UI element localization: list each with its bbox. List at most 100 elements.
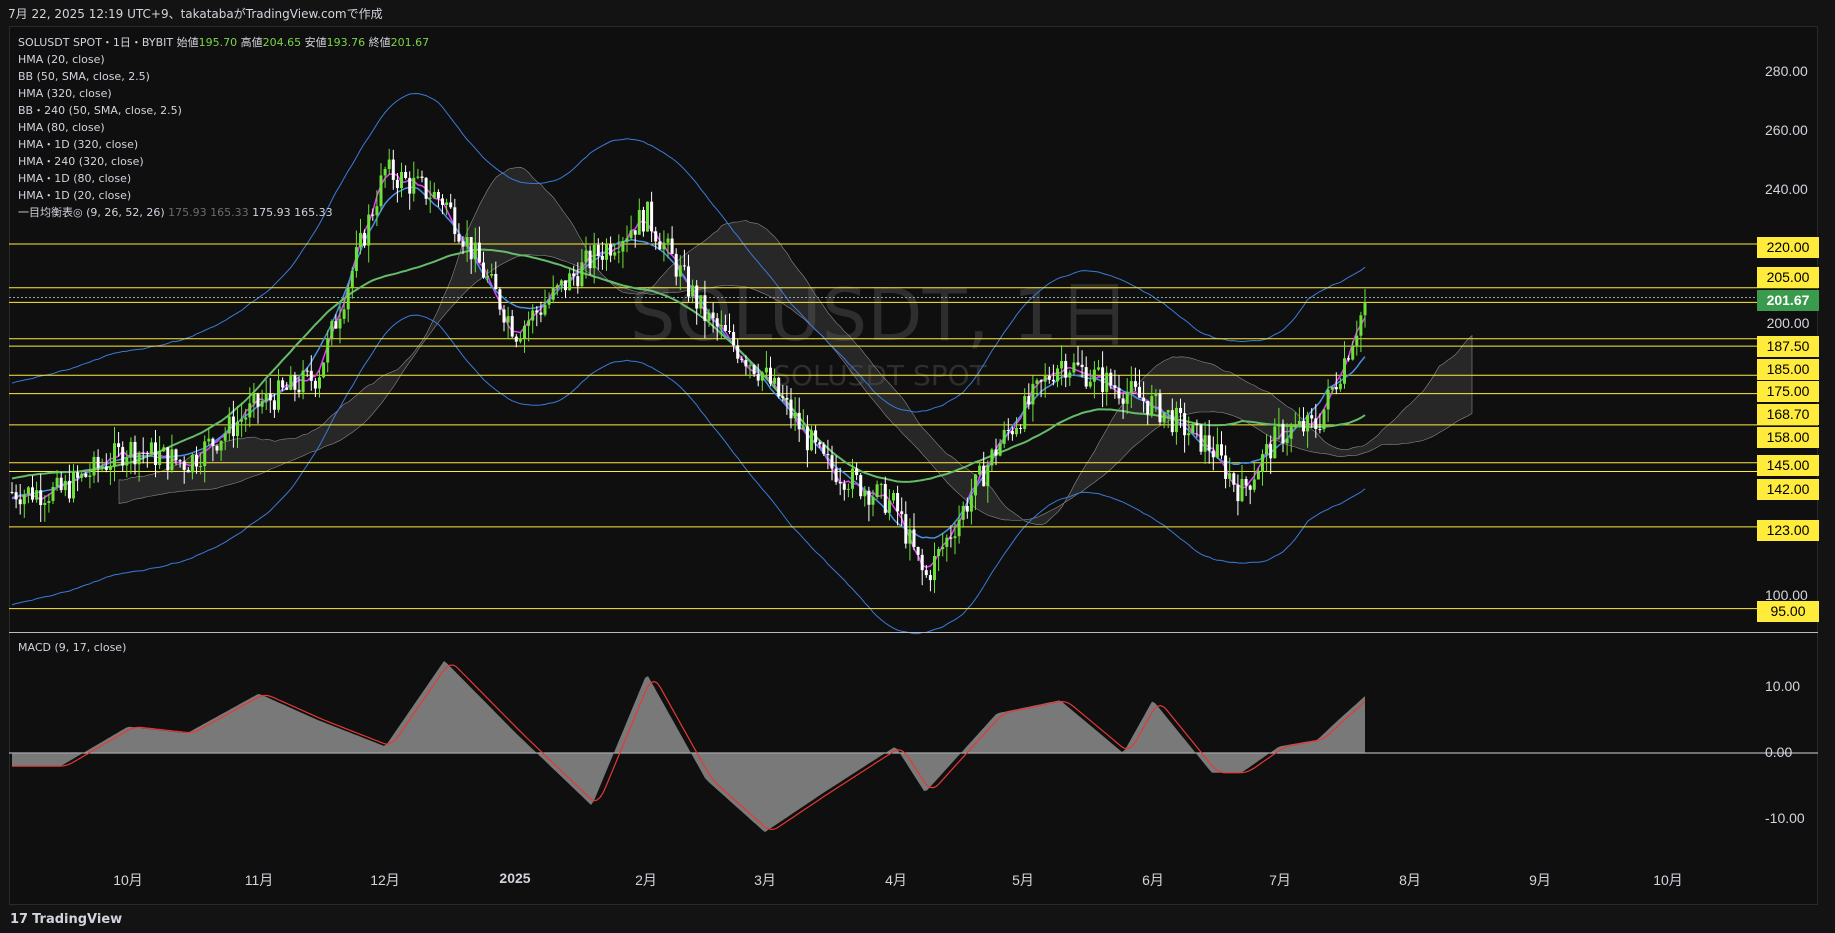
candle-down	[752, 365, 756, 375]
ichimoku-v1: 175.93	[168, 206, 207, 219]
indicator-ichimoku[interactable]: 一目均衡表◎ (9, 26, 52, 26) 175.93 165.33 175…	[18, 204, 429, 221]
candle-up	[88, 475, 92, 477]
candle-up	[330, 321, 334, 339]
level-box-200: 200.00	[1766, 315, 1810, 331]
candle-up	[170, 449, 174, 471]
candle-up	[113, 443, 116, 467]
macd-label[interactable]: MACD (9, 17, close)	[18, 641, 126, 654]
candle-down	[928, 575, 932, 581]
candle-up	[990, 449, 994, 466]
candle-down	[121, 447, 125, 466]
candle-down	[1138, 386, 1141, 398]
candle-down	[1047, 375, 1051, 380]
candle-down	[1207, 435, 1211, 451]
candle-down	[211, 438, 215, 446]
time-label-apr: 4月	[885, 872, 907, 888]
candle-up	[465, 237, 469, 247]
candle-up	[1105, 372, 1109, 392]
candle-down	[838, 482, 842, 484]
indicator-hma-1d-20[interactable]: HMA・1D (20, close)	[18, 187, 429, 204]
time-label-jun: 6月	[1142, 872, 1164, 888]
macd-tick-0: 0.00	[1765, 744, 1793, 760]
candle-up	[617, 251, 621, 253]
candle-up	[26, 487, 30, 495]
symbol-row[interactable]: SOLUSDT SPOT・1日・BYBIT 始値195.70 高値204.65 …	[18, 34, 429, 51]
candle-up	[1330, 387, 1334, 390]
candle-down	[736, 345, 740, 359]
pane-separator[interactable]	[9, 632, 1818, 633]
ichimoku-label[interactable]: 一目均衡表◎ (9, 26, 52, 26)	[18, 206, 165, 219]
candle-up	[1166, 410, 1170, 413]
candle-up	[72, 472, 75, 499]
candle-down	[834, 468, 838, 483]
time-label-mar: 3月	[754, 872, 776, 888]
candle-up	[43, 502, 47, 506]
time-label-jul: 7月	[1269, 872, 1291, 888]
candle-down	[883, 483, 887, 513]
level-box-220: 220.00	[1757, 237, 1819, 258]
candle-up	[969, 495, 973, 512]
indicator-hma-1d-80[interactable]: HMA・1D (80, close)	[18, 170, 429, 187]
candle-up	[158, 451, 162, 466]
time-label-sep: 9月	[1529, 872, 1551, 888]
candle-down	[682, 265, 686, 267]
low-label: 安値	[304, 36, 327, 49]
candle-up	[129, 441, 133, 458]
candle-down	[896, 493, 900, 512]
candle-down	[535, 310, 539, 313]
candle-up	[149, 442, 153, 454]
candle-up	[22, 494, 26, 505]
candle-up	[1322, 409, 1326, 430]
candle-down	[687, 266, 690, 297]
candle-down	[1211, 450, 1215, 458]
candle-up	[662, 242, 666, 250]
candle-up	[1056, 368, 1059, 382]
candle-down	[600, 255, 604, 260]
candle-up	[1261, 454, 1264, 472]
candle-up	[1289, 427, 1293, 439]
time-label-dec: 12月	[370, 872, 400, 888]
candle-down	[1318, 429, 1322, 431]
candle-down	[166, 447, 170, 471]
indicator-bb-240[interactable]: BB・240 (50, SMA, close, 2.5)	[18, 102, 429, 119]
candle-down	[268, 393, 272, 401]
time-label-2025: 2025	[499, 870, 531, 886]
macd-histogram-area	[12, 661, 1365, 833]
close-value: 201.67	[390, 36, 430, 49]
candle-down	[867, 490, 871, 505]
candle-down	[797, 412, 801, 430]
candle-up	[1326, 389, 1330, 410]
candle-up	[1359, 315, 1363, 336]
price-tick-240: 240.00	[1765, 181, 1808, 197]
candle-up	[1154, 393, 1158, 397]
time-label-feb: 2月	[635, 872, 657, 888]
candle-down	[732, 332, 736, 346]
indicator-hma320[interactable]: HMA (320, close)	[18, 85, 429, 102]
candle-down	[1334, 387, 1338, 390]
indicator-bb[interactable]: BB (50, SMA, close, 2.5)	[18, 68, 429, 85]
candle-up	[236, 421, 239, 437]
symbol-title[interactable]: SOLUSDT SPOT・1日・BYBIT	[18, 36, 173, 49]
legend: SOLUSDT SPOT・1日・BYBIT 始値195.70 高値204.65 …	[18, 34, 429, 221]
candle-down	[539, 312, 543, 315]
candle-up	[699, 295, 703, 309]
indicator-hma-240-320[interactable]: HMA・240 (320, close)	[18, 153, 429, 170]
candle-down	[822, 444, 826, 454]
candle-down	[916, 547, 920, 555]
candle-down	[965, 505, 969, 512]
candle-down	[141, 452, 145, 454]
candle-up	[961, 505, 965, 520]
candle-up	[277, 380, 280, 410]
candle-up	[998, 443, 1002, 456]
tradingview-logo[interactable]: 𝟭𝟳 TradingView	[10, 912, 122, 927]
candle-up	[207, 438, 211, 442]
time-label-oct: 10月	[113, 872, 143, 888]
candle-up	[978, 465, 982, 475]
candle-up	[1015, 427, 1018, 435]
candle-up	[108, 466, 112, 470]
indicator-hma80[interactable]: HMA (80, close)	[18, 119, 429, 136]
indicator-hma20[interactable]: HMA (20, close)	[18, 51, 429, 68]
indicator-hma-1d-320[interactable]: HMA・1D (320, close)	[18, 136, 429, 153]
candle-down	[297, 389, 301, 393]
candle-up	[1256, 471, 1260, 480]
